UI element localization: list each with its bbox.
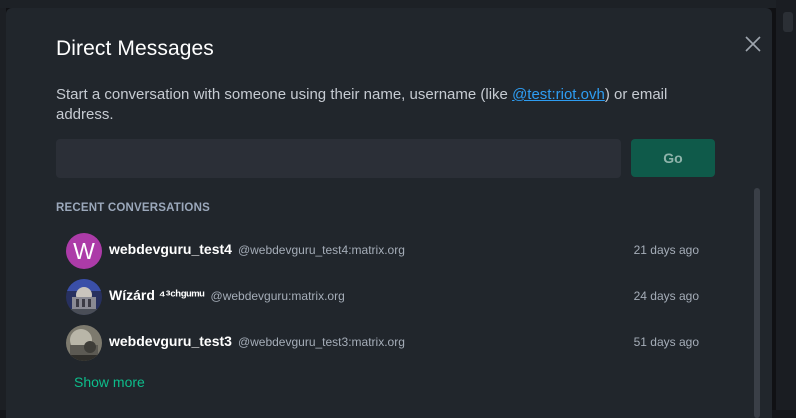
direct-messages-dialog: Direct Messages Start a conversation wit… (6, 8, 772, 418)
dialog-title: Direct Messages (56, 37, 214, 61)
example-user-link[interactable]: @test:riot.ovh (512, 86, 605, 103)
show-more-link[interactable]: Show more (74, 374, 145, 390)
avatar-photo-icon (66, 325, 102, 361)
user-id: @webdevguru:matrix.org (211, 289, 345, 303)
user-id: @webdevguru_test4:matrix.org (238, 243, 405, 257)
user-id: @webdevguru_test3:matrix.org (238, 335, 405, 349)
backdrop-indicator (783, 12, 793, 32)
avatar (66, 279, 102, 315)
go-button[interactable]: Go (631, 139, 715, 177)
conversation-row[interactable]: Wízárd ⁴³ᶜʰᵍᵘᵐᵘ @webdevguru:matrix.org 24… (56, 275, 716, 321)
backdrop-top-strip (0, 0, 796, 8)
conversation-row[interactable]: W webdevguru_test4 @webdevguru_test4:matr… (56, 229, 716, 275)
search-input[interactable] (56, 139, 621, 178)
conversation-name: webdevguru_test4 @webdevguru_test4:matrix… (109, 241, 405, 257)
display-name: webdevguru_test3 (109, 333, 232, 349)
avatar (66, 325, 102, 361)
avatar-photo-icon (66, 279, 102, 315)
conversation-name: Wízárd ⁴³ᶜʰᵍᵘᵐᵘ @webdevguru:matrix.org (109, 287, 345, 303)
conversation-row[interactable]: webdevguru_test3 @webdevguru_test3:matrix… (56, 321, 716, 367)
display-name: webdevguru_test4 (109, 241, 232, 257)
avatar: W (66, 233, 102, 269)
scrollbar[interactable] (754, 188, 760, 418)
description-prefix: Start a conversation with someone using … (56, 86, 512, 103)
dialog-description: Start a conversation with someone using … (56, 85, 696, 125)
conversation-name: webdevguru_test3 @webdevguru_test3:matrix… (109, 333, 405, 349)
close-button[interactable] (744, 35, 762, 53)
backdrop-right-edge (776, 0, 796, 410)
recent-conversations-list: W webdevguru_test4 @webdevguru_test4:matr… (56, 229, 716, 367)
conversation-time: 51 days ago (634, 335, 699, 349)
display-name: Wízárd ⁴³ᶜʰᵍᵘᵐᵘ (109, 287, 205, 303)
conversation-time: 21 days ago (634, 243, 699, 257)
recent-conversations-heading: RECENT CONVERSATIONS (56, 202, 210, 214)
close-icon (744, 35, 762, 53)
conversation-time: 24 days ago (634, 289, 699, 303)
search-field[interactable] (56, 139, 621, 178)
